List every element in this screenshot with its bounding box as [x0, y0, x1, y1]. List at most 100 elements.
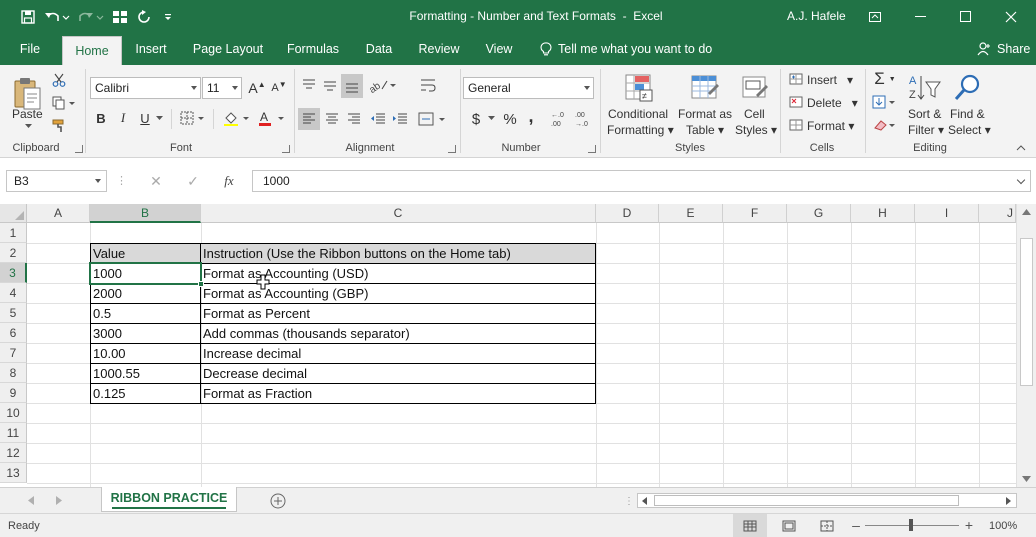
percent-style-button[interactable]: % — [500, 108, 520, 130]
scroll-left-icon[interactable] — [642, 497, 647, 505]
row-header-1[interactable]: 1 — [0, 223, 27, 243]
formula-input[interactable]: 1000 — [252, 170, 1031, 192]
cell-b7[interactable]: 10.00 — [91, 344, 200, 364]
cell-b2[interactable]: Value — [91, 244, 200, 264]
select-all-corner[interactable] — [0, 204, 27, 223]
delete-cells-icon[interactable] — [787, 94, 805, 110]
row-header-13[interactable]: 13 — [0, 463, 27, 483]
sheet-tab-ribbon-practice[interactable]: RIBBON PRACTICE — [101, 487, 237, 512]
fill-color-icon[interactable] — [221, 107, 253, 129]
tab-insert[interactable]: Insert — [128, 33, 174, 65]
zoom-slider-thumb[interactable] — [909, 519, 913, 531]
align-right-icon[interactable] — [343, 108, 365, 130]
cell-b9[interactable]: 0.125 — [91, 384, 200, 404]
next-sheet-icon[interactable] — [56, 496, 62, 505]
find-select-icon[interactable] — [950, 71, 984, 105]
bottom-align-icon[interactable] — [341, 74, 363, 98]
paste-label[interactable]: Paste — [12, 107, 43, 121]
close-icon[interactable] — [988, 0, 1034, 33]
clipboard-launcher-icon[interactable] — [75, 145, 83, 153]
row-header-12[interactable]: 12 — [0, 443, 27, 463]
format-cells-button[interactable]: Format ▾ — [807, 119, 854, 133]
tab-split-grip-icon[interactable]: ⋮ — [624, 494, 634, 508]
scroll-right-icon[interactable] — [1006, 497, 1011, 505]
format-painter-icon[interactable] — [50, 116, 68, 134]
cut-icon[interactable] — [50, 71, 68, 89]
paste-dropdown-icon[interactable] — [22, 122, 34, 130]
row-header-2[interactable]: 2 — [0, 243, 27, 263]
horizontal-scroll-thumb[interactable] — [654, 495, 959, 506]
conditional-formatting-label-2[interactable]: Formatting ▾ — [607, 123, 674, 137]
underline-button[interactable]: U — [136, 107, 154, 129]
tab-home[interactable]: Home — [62, 36, 122, 65]
page-break-view-icon[interactable] — [814, 514, 840, 537]
tab-file[interactable]: File — [10, 33, 50, 65]
page-layout-view-icon[interactable] — [776, 514, 802, 537]
borders-icon[interactable] — [178, 107, 208, 129]
cell-styles-label-2[interactable]: Styles ▾ — [735, 123, 777, 137]
cell-b8[interactable]: 1000.55 — [91, 364, 200, 384]
middle-align-icon[interactable] — [320, 74, 340, 96]
column-header-f[interactable]: F — [723, 204, 787, 223]
cell-styles-icon[interactable] — [738, 71, 772, 105]
prev-sheet-icon[interactable] — [28, 496, 34, 505]
align-center-icon[interactable] — [321, 108, 343, 130]
column-header-g[interactable]: G — [787, 204, 851, 223]
number-launcher-icon[interactable] — [588, 145, 596, 153]
insert-cells-icon[interactable] — [787, 71, 805, 87]
tab-review[interactable]: Review — [412, 33, 466, 65]
fill-handle[interactable] — [198, 281, 204, 287]
row-header-6[interactable]: 6 — [0, 323, 27, 343]
row-header-5[interactable]: 5 — [0, 303, 27, 323]
column-header-h[interactable]: H — [851, 204, 915, 223]
font-name-combo[interactable]: Calibri — [90, 77, 201, 99]
align-left-icon[interactable] — [298, 108, 320, 130]
row-header-10[interactable]: 10 — [0, 403, 27, 423]
decrease-font-size-icon[interactable]: A ▼ — [270, 78, 288, 98]
column-header-i[interactable]: I — [915, 204, 979, 223]
bold-button[interactable]: B — [92, 107, 110, 129]
cell-c2[interactable]: Instruction (Use the Ribbon buttons on t… — [201, 244, 595, 264]
cell-styles-label-1[interactable]: Cell — [744, 107, 765, 121]
decrease-indent-icon[interactable] — [367, 108, 389, 130]
number-format-combo[interactable]: General — [463, 77, 594, 99]
accounting-dropdown-icon[interactable] — [486, 114, 496, 122]
expand-formula-bar-icon[interactable] — [1016, 175, 1026, 185]
font-launcher-icon[interactable] — [282, 145, 290, 153]
find-select-label-2[interactable]: Select ▾ — [948, 123, 991, 137]
cell-c5[interactable]: Format as Percent — [201, 304, 595, 324]
wrap-text-icon[interactable] — [417, 74, 439, 96]
font-color-icon[interactable]: A — [256, 107, 288, 129]
alignment-launcher-icon[interactable] — [448, 145, 456, 153]
new-sheet-icon[interactable] — [269, 492, 287, 510]
ribbon-display-options-icon[interactable] — [852, 0, 898, 33]
tab-formulas[interactable]: Formulas — [282, 33, 344, 65]
increase-font-size-icon[interactable]: A ▲ — [248, 78, 266, 98]
column-header-b[interactable]: B — [90, 204, 201, 223]
column-header-a[interactable]: A — [27, 204, 90, 223]
conditional-formatting-label-1[interactable]: Conditional — [608, 107, 668, 121]
cell-c9[interactable]: Format as Fraction — [201, 384, 595, 404]
sort-filter-label-1[interactable]: Sort & — [908, 107, 941, 121]
delete-cells-button[interactable]: Delete ▾ — [807, 96, 858, 110]
worksheet-grid[interactable]: A B C D E F G H I J 1 2 3 4 5 6 7 8 9 10… — [0, 204, 1036, 487]
row-header-3[interactable]: 3 — [0, 263, 27, 283]
column-header-e[interactable]: E — [659, 204, 723, 223]
format-cells-icon[interactable] — [787, 117, 805, 133]
tab-page-layout[interactable]: Page Layout — [186, 33, 270, 65]
cell-c7[interactable]: Increase decimal — [201, 344, 595, 364]
comma-style-button[interactable]: , — [522, 105, 540, 127]
insert-function-icon[interactable]: fx — [219, 172, 239, 190]
cell-c6[interactable]: Add commas (thousands separator) — [201, 324, 595, 344]
confirm-entry-icon[interactable]: ✓ — [183, 172, 203, 190]
normal-view-icon[interactable] — [733, 514, 767, 537]
row-header-9[interactable]: 9 — [0, 383, 27, 403]
scroll-down-icon[interactable] — [1022, 476, 1031, 482]
font-size-combo[interactable]: 11 — [202, 77, 242, 99]
name-box[interactable]: B3 — [6, 170, 107, 192]
row-header-11[interactable]: 11 — [0, 423, 27, 443]
format-as-table-label-1[interactable]: Format as — [678, 107, 732, 121]
horizontal-scrollbar[interactable] — [637, 493, 1017, 508]
underline-dropdown-icon[interactable] — [154, 114, 164, 122]
top-align-icon[interactable] — [299, 74, 319, 96]
